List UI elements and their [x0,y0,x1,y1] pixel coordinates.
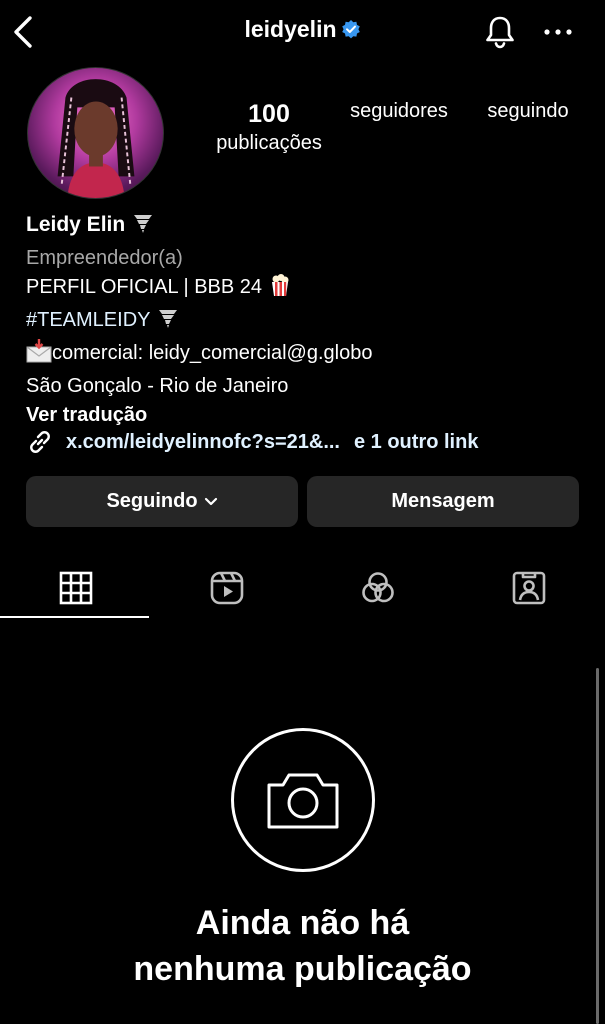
message-button[interactable]: Mensagem [307,476,579,527]
active-tab-indicator [0,616,149,618]
camera-icon [231,728,375,872]
following-button[interactable]: Seguindo [26,476,298,527]
empty-state-line1: Ainda não há [195,904,410,942]
grid-icon [59,571,92,605]
verified-badge-icon [341,18,361,39]
top-bar: leidyelin [0,0,605,66]
profile-avatar[interactable] [27,67,164,199]
stat-followers[interactable]: seguidores [338,100,460,123]
profile-tabs [0,557,605,619]
bio-official-text: PERFIL OFICIAL | BBB 24 [26,276,263,298]
profile-category: Empreendedor(a) [26,247,183,269]
scrollbar[interactable] [596,668,599,1024]
more-icon[interactable] [541,24,575,40]
message-button-label: Mensagem [391,490,495,512]
tab-reels[interactable] [151,557,302,619]
tornado-icon [156,306,180,339]
chevron-down-icon [204,497,217,505]
tagged-icon [512,571,545,605]
empty-state-message: Ainda não há nenhuma publicação [0,900,605,992]
tornado-icon [131,211,155,244]
bio-contact: comercial: leidy_comercial@g.globo [52,342,373,364]
see-translation-link[interactable]: Ver tradução [26,401,586,430]
bio-name-line: Leidy Elin [26,210,586,244]
bio-line-contact: comercial: leidy_comercial@g.globo [26,339,586,372]
reels-icon [210,571,243,605]
bio-line-hashtag: #TEAMLEIDY [26,306,586,339]
envelope-icon [26,339,52,372]
empty-state-line2: nenhuma publicação [133,950,472,988]
tab-grid[interactable] [0,557,151,619]
popcorn-icon [268,273,292,306]
bell-icon[interactable] [482,14,518,50]
tab-tagged[interactable] [453,557,604,619]
collab-icon [361,572,394,603]
bio-location: São Gonçalo - Rio de Janeiro [26,375,289,397]
bio-line-official: PERFIL OFICIAL | BBB 24 [26,273,586,306]
posts-label: publicações [216,132,322,154]
link-icon [30,431,50,453]
primary-link[interactable]: x.com/leidyelinnofc?s=21&... [66,431,340,454]
following-button-label: Seguindo [106,490,198,512]
profile-links[interactable]: x.com/leidyelinnofc?s=21&... e 1 outro l… [26,427,478,457]
profile-name: Leidy Elin [26,213,126,236]
stat-posts: 100 publicações [205,100,333,155]
username-title: leidyelin [244,16,337,42]
other-links[interactable]: e 1 outro link [354,431,478,454]
posts-count: 100 [248,100,290,128]
following-label[interactable]: seguindo [474,100,582,123]
profile-bio: Leidy Elin Empreendedor(a) PERFIL OFICIA… [26,210,586,430]
tab-collabs[interactable] [302,557,453,619]
followers-label[interactable]: seguidores [338,100,460,123]
bio-hashtag[interactable]: #TEAMLEIDY [26,309,150,331]
stat-following[interactable]: seguindo [474,100,582,123]
